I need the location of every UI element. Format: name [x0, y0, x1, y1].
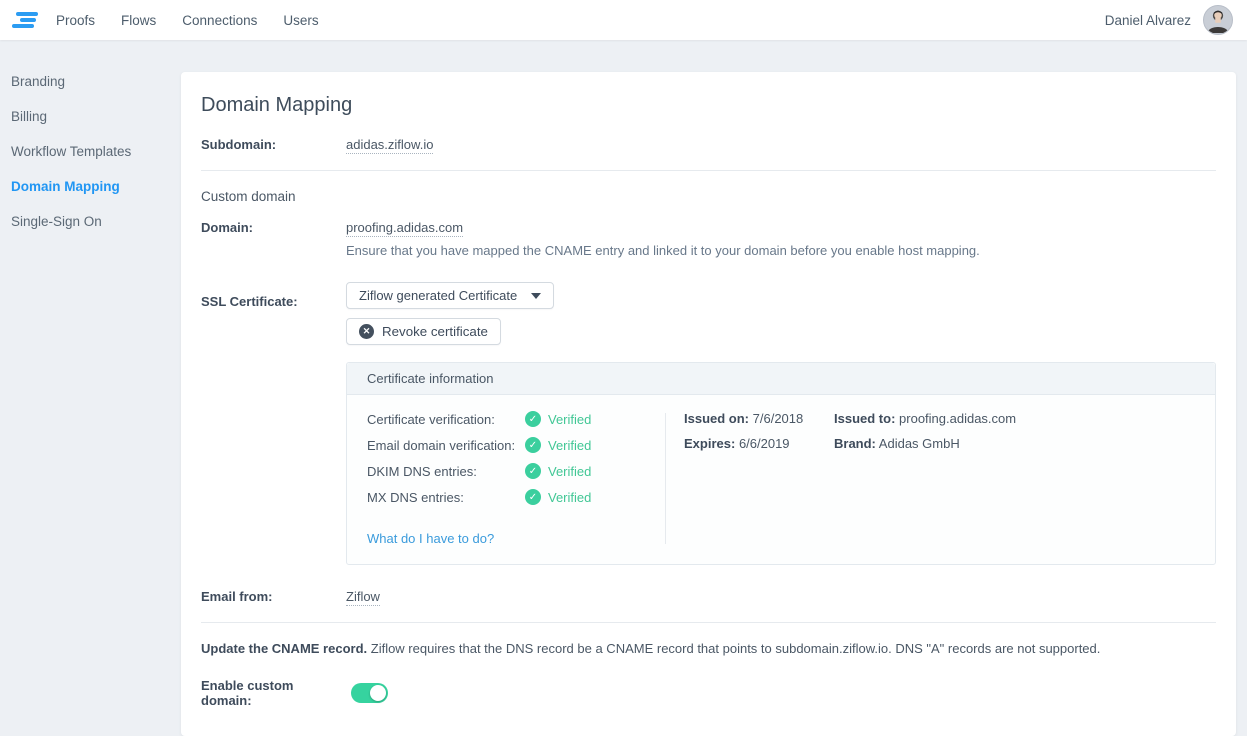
certificate-details: Issued on: 7/6/2018 Issued to: proofing.…	[666, 411, 1195, 546]
check-status: Verified	[548, 438, 591, 453]
email-from-value-field[interactable]: Ziflow	[346, 589, 380, 606]
detail-brand: Brand: Adidas GmbH	[834, 436, 1195, 451]
email-from-label: Email from:	[201, 589, 346, 604]
check-label: DKIM DNS entries:	[367, 464, 525, 479]
divider	[201, 170, 1216, 171]
person-icon	[1204, 5, 1232, 34]
check-circle-icon: ✓	[525, 411, 541, 427]
page-title: Domain Mapping	[201, 94, 1216, 117]
check-circle-icon: ✓	[525, 463, 541, 479]
ssl-certificate-label: SSL Certificate:	[201, 294, 346, 309]
nav-item-connections[interactable]: Connections	[182, 13, 257, 28]
check-status: Verified	[548, 412, 591, 427]
revoke-certificate-label: Revoke certificate	[382, 324, 488, 339]
check-label: MX DNS entries:	[367, 490, 525, 505]
cname-note-text: Ziflow requires that the DNS record be a…	[367, 641, 1100, 656]
top-navigation: Proofs Flows Connections Users Daniel Al…	[0, 0, 1247, 40]
ssl-certificate-select[interactable]: Ziflow generated Certificate	[346, 282, 554, 309]
sidebar-item-single-sign-on[interactable]: Single-Sign On	[10, 214, 171, 229]
sidebar-item-billing[interactable]: Billing	[10, 109, 171, 124]
domain-mapping-card: Domain Mapping Subdomain: adidas.ziflow.…	[181, 72, 1236, 736]
check-circle-icon: ✓	[525, 437, 541, 453]
domain-label: Domain:	[201, 220, 346, 235]
detail-expires: Expires: 6/6/2019	[684, 436, 834, 451]
cname-note: Update the CNAME record. Ziflow requires…	[201, 641, 1216, 656]
check-row-mx-dns-entries: MX DNS entries: ✓ Verified	[367, 489, 665, 505]
sidebar-item-domain-mapping[interactable]: Domain Mapping	[10, 179, 171, 194]
custom-domain-heading: Custom domain	[201, 189, 1216, 204]
check-circle-icon: ✓	[525, 489, 541, 505]
check-status: Verified	[548, 490, 591, 505]
check-row-certificate-verification: Certificate verification: ✓ Verified	[367, 411, 665, 427]
revoke-certificate-button[interactable]: ✕ Revoke certificate	[346, 318, 501, 345]
divider	[201, 622, 1216, 623]
check-label: Certificate verification:	[367, 412, 525, 427]
user-avatar[interactable]	[1203, 5, 1233, 35]
email-from-row: Email from: Ziflow	[201, 589, 1216, 604]
nav-item-users[interactable]: Users	[283, 13, 318, 28]
chevron-down-icon	[531, 293, 541, 299]
sidebar-item-branding[interactable]: Branding	[10, 74, 171, 89]
certificate-panel-header: Certificate information	[347, 363, 1215, 395]
detail-issued-to: Issued to: proofing.adidas.com	[834, 411, 1195, 426]
revoke-x-icon: ✕	[359, 324, 374, 339]
check-label: Email domain verification:	[367, 438, 525, 453]
main-nav: Proofs Flows Connections Users	[56, 13, 319, 28]
nav-item-proofs[interactable]: Proofs	[56, 13, 95, 28]
subdomain-value-field[interactable]: adidas.ziflow.io	[346, 137, 433, 154]
certificate-information-panel: Certificate information Certificate veri…	[346, 362, 1216, 565]
check-status: Verified	[548, 464, 591, 479]
cname-note-bold: Update the CNAME record.	[201, 641, 367, 656]
check-row-email-domain-verification: Email domain verification: ✓ Verified	[367, 437, 665, 453]
detail-issued-on: Issued on: 7/6/2018	[684, 411, 834, 426]
domain-row: Domain: proofing.adidas.com Ensure that …	[201, 220, 1216, 258]
check-row-dkim-dns-entries: DKIM DNS entries: ✓ Verified	[367, 463, 665, 479]
subdomain-label: Subdomain:	[201, 137, 346, 152]
what-do-i-have-to-do-link[interactable]: What do I have to do?	[367, 531, 494, 546]
nav-item-flows[interactable]: Flows	[121, 13, 156, 28]
certificate-checks: Certificate verification: ✓ Verified Ema…	[367, 411, 665, 546]
enable-custom-domain-row: Enable custom domain:	[201, 678, 1216, 708]
user-name[interactable]: Daniel Alvarez	[1105, 13, 1191, 28]
domain-value-field[interactable]: proofing.adidas.com	[346, 220, 463, 237]
enable-custom-domain-label: Enable custom domain:	[201, 678, 346, 708]
subdomain-row: Subdomain: adidas.ziflow.io	[201, 137, 1216, 152]
settings-sidebar: Branding Billing Workflow Templates Doma…	[0, 40, 181, 249]
toggle-knob	[370, 685, 386, 701]
domain-help-text: Ensure that you have mapped the CNAME en…	[346, 243, 1216, 258]
ssl-certificate-selected-value: Ziflow generated Certificate	[359, 288, 517, 303]
ssl-certificate-row: SSL Certificate: Ziflow generated Certif…	[201, 282, 1216, 565]
enable-custom-domain-toggle[interactable]	[351, 683, 388, 703]
ziflow-logo-icon[interactable]	[12, 9, 38, 31]
sidebar-item-workflow-templates[interactable]: Workflow Templates	[10, 144, 171, 159]
